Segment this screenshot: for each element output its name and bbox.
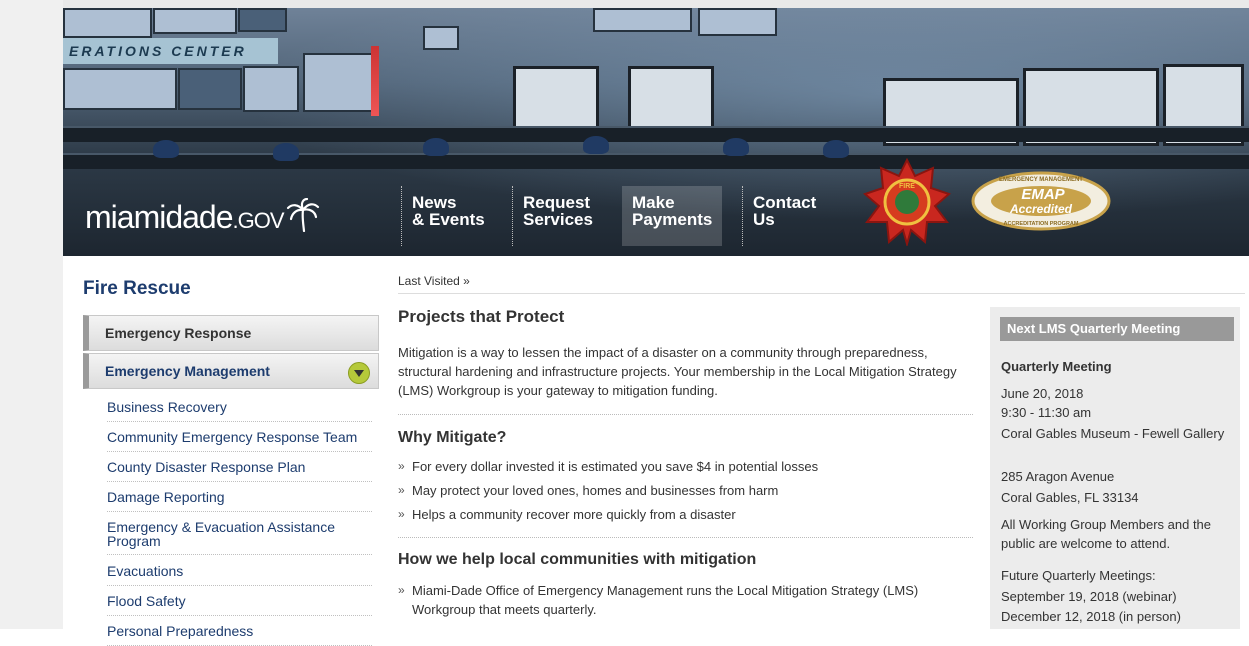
flag bbox=[371, 46, 379, 116]
list-item: Miami-Dade Office of Emergency Managemen… bbox=[398, 581, 973, 619]
divider bbox=[398, 293, 1245, 294]
nav-label: News bbox=[412, 193, 457, 212]
nav-news-events[interactable]: News & Events bbox=[401, 186, 495, 246]
divider bbox=[398, 537, 973, 538]
nav-label: Make bbox=[632, 193, 675, 212]
wall-screen bbox=[178, 68, 242, 110]
palm-tree-icon bbox=[286, 197, 320, 240]
sidebar-item-emergency-response[interactable]: Emergency Response bbox=[83, 315, 379, 351]
glass-window bbox=[513, 66, 599, 132]
wall-screen bbox=[303, 53, 377, 112]
intro-paragraph: Mitigation is a way to lessen the impact… bbox=[398, 345, 957, 398]
nav-make-payments[interactable]: Make Payments bbox=[622, 186, 723, 246]
future-meeting-2: December 12, 2018 (in person) bbox=[1001, 609, 1181, 624]
chair bbox=[273, 143, 299, 161]
list-item: May protect your loved ones, homes and b… bbox=[398, 481, 973, 500]
sidebar-item-emergency-management[interactable]: Emergency Management bbox=[83, 353, 379, 389]
meeting-time: 9:30 - 11:30 am bbox=[1001, 405, 1092, 420]
fire-rescue-badge-icon: FIRE bbox=[863, 157, 951, 251]
nav-label: Request bbox=[523, 193, 591, 212]
wall-screen bbox=[423, 26, 459, 50]
sidebar-subitem-business-recovery[interactable]: Business Recovery bbox=[107, 395, 372, 422]
expand-toggle-icon[interactable] bbox=[348, 362, 370, 384]
meeting-venue: Coral Gables Museum - Fewell Gallery bbox=[1001, 426, 1225, 441]
console-desk bbox=[63, 126, 1249, 142]
logo-suffix: .GOV bbox=[232, 208, 285, 233]
sidebar-subitem-flood-safety[interactable]: Flood Safety bbox=[107, 589, 372, 616]
wall-screen bbox=[698, 8, 777, 36]
emap-accredited-text: Accredited bbox=[1009, 202, 1073, 216]
chair bbox=[823, 140, 849, 158]
site-logo[interactable]: miamidade.GOV bbox=[85, 197, 320, 240]
emap-top-text: EMERGENCY MANAGEMENT bbox=[999, 177, 1083, 183]
wall-screen bbox=[238, 8, 287, 32]
nav-label: Payments bbox=[632, 210, 713, 229]
nav-request-services[interactable]: Request Services bbox=[512, 186, 603, 246]
wall-screen bbox=[243, 66, 299, 112]
nav-label: & Events bbox=[412, 210, 485, 229]
sidebar-subitem-disaster-response-plan[interactable]: County Disaster Response Plan bbox=[107, 455, 372, 482]
chair bbox=[723, 138, 749, 156]
operations-center-sign: ERATIONS CENTER bbox=[63, 38, 278, 64]
wall-screen bbox=[593, 8, 692, 32]
sidebar-subitem-personal-preparedness[interactable]: Personal Preparedness bbox=[107, 619, 372, 646]
emap-accredited-badge-icon: EMERGENCY MANAGEMENT EMAP Accredited ACC… bbox=[971, 171, 1111, 236]
nav-label: Services bbox=[523, 210, 593, 229]
nav-label: Contact bbox=[753, 193, 817, 212]
nav-label: Us bbox=[753, 210, 775, 229]
page-left-gutter bbox=[0, 0, 63, 629]
console-desk bbox=[63, 153, 1249, 169]
meeting-city: Coral Gables, FL 33134 bbox=[1001, 490, 1139, 505]
glass-window bbox=[628, 66, 714, 132]
meeting-street: 285 Aragon Avenue bbox=[1001, 469, 1115, 484]
emap-bottom-text: ACCREDITATION PROGRAM bbox=[1004, 221, 1079, 227]
list-item: Helps a community recover more quickly f… bbox=[398, 505, 973, 524]
meeting-date: June 20, 2018 bbox=[1001, 386, 1084, 401]
page-title: Projects that Protect bbox=[398, 307, 565, 326]
browser-top-strip bbox=[0, 0, 1249, 8]
fire-badge-text: FIRE bbox=[899, 183, 915, 190]
chair bbox=[153, 140, 179, 158]
header-banner: ERATIONS CENTER miamidade.GOV News & Eve… bbox=[63, 8, 1249, 256]
sidebar-subitem-evacuations[interactable]: Evacuations bbox=[107, 559, 372, 586]
wall-screen bbox=[63, 8, 152, 38]
sidebar-item-label: Emergency Management bbox=[105, 363, 270, 379]
breadcrumb[interactable]: Last Visited » bbox=[398, 274, 470, 288]
logo-text: miamidade bbox=[85, 199, 234, 235]
section-title[interactable]: Fire Rescue bbox=[83, 278, 191, 300]
why-mitigate-list: For every dollar invested it is estimate… bbox=[398, 457, 973, 529]
divider bbox=[398, 414, 973, 415]
future-meetings-label: Future Quarterly Meetings: bbox=[1001, 568, 1156, 583]
nav-contact-us[interactable]: Contact Us bbox=[742, 186, 826, 246]
sidebar-item-label: Emergency Response bbox=[105, 325, 252, 341]
meeting-box-header: Next LMS Quarterly Meeting bbox=[1000, 317, 1234, 341]
chair bbox=[583, 136, 609, 154]
chair bbox=[423, 138, 449, 156]
future-meeting-1: September 19, 2018 (webinar) bbox=[1001, 589, 1177, 604]
meeting-title: Quarterly Meeting bbox=[1001, 359, 1112, 374]
meeting-welcome: All Working Group Members and the public… bbox=[1001, 517, 1212, 551]
how-we-help-heading: How we help local communities with mitig… bbox=[398, 551, 757, 568]
wall-screen bbox=[63, 68, 177, 110]
how-we-help-list: Miami-Dade Office of Emergency Managemen… bbox=[398, 581, 973, 624]
emap-title-text: EMAP bbox=[1021, 186, 1065, 203]
sidebar-subitem-evacuation-assistance[interactable]: Emergency & Evacuation Assistance Progra… bbox=[107, 515, 372, 555]
list-item: For every dollar invested it is estimate… bbox=[398, 457, 973, 476]
wall-screen bbox=[153, 8, 237, 34]
why-mitigate-heading: Why Mitigate? bbox=[398, 429, 507, 446]
sidebar-subitem-cert[interactable]: Community Emergency Response Team bbox=[107, 425, 372, 452]
sidebar-subitem-damage-reporting[interactable]: Damage Reporting bbox=[107, 485, 372, 512]
